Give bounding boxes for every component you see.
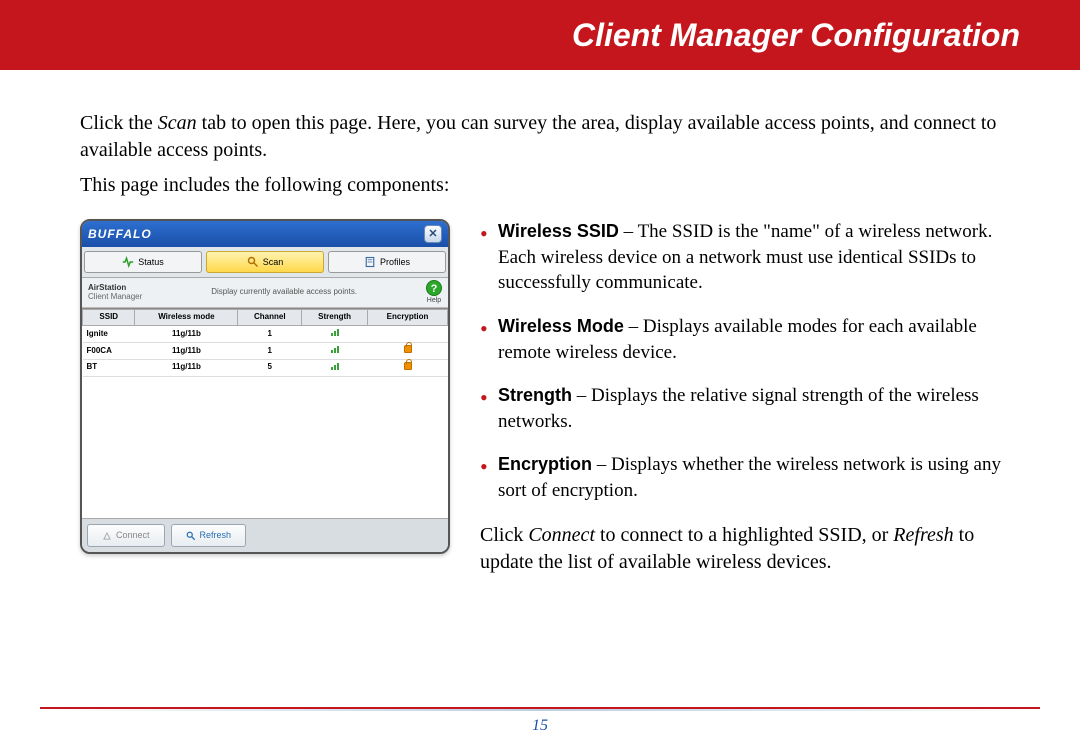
- cell-mode: 11g/11b: [135, 326, 238, 343]
- tabs-row: Status Scan Profiles: [82, 247, 448, 278]
- cell-encryption: [368, 359, 448, 376]
- app-screenshot: BUFFALO ✕ Status Scan Profiles: [80, 219, 450, 576]
- term-mode: Wireless Mode: [498, 316, 624, 336]
- closing-refresh-em: Refresh: [893, 524, 953, 546]
- footer-rule: [40, 707, 1040, 711]
- header-band: Client Manager Configuration: [0, 0, 1080, 70]
- table-row[interactable]: Ignite 11g/11b 1: [83, 326, 448, 343]
- tab-scan[interactable]: Scan: [206, 251, 324, 273]
- term-strength: Strength: [498, 385, 572, 405]
- col-strength[interactable]: Strength: [302, 310, 368, 326]
- connect-label: Connect: [116, 529, 150, 541]
- status-icon: [122, 256, 134, 268]
- closing-b: to connect to a highlighted SSID, or: [595, 524, 893, 546]
- closing-text: Click Connect to connect to a highlighte…: [480, 522, 1020, 576]
- cell-ssid: F00CA: [83, 343, 135, 360]
- intro-p2: This page includes the following compone…: [80, 172, 1020, 199]
- content-area: Click the Scan tab to open this page. He…: [0, 70, 1080, 576]
- titlebar: BUFFALO ✕: [82, 221, 448, 247]
- intro-scan-em: Scan: [158, 112, 197, 134]
- term-ssid: Wireless SSID: [498, 221, 619, 241]
- grid-body: Ignite 11g/11b 1 F00CA 11g/11b 1: [83, 326, 448, 376]
- list-item: Wireless SSID – The SSID is the "name" o…: [480, 219, 1020, 296]
- search-icon: [247, 256, 259, 268]
- list-item: Strength – Displays the relative signal …: [480, 383, 1020, 434]
- cell-strength: [302, 359, 368, 376]
- cell-ssid: Ignite: [83, 326, 135, 343]
- cell-mode: 11g/11b: [135, 343, 238, 360]
- tab-status-label: Status: [138, 256, 164, 268]
- subheader: AirStation Client Manager Display curren…: [82, 278, 448, 308]
- cell-channel: 1: [238, 326, 302, 343]
- intro-text-b: tab to open this page. Here, you can sur…: [80, 112, 996, 161]
- lock-icon: [404, 362, 412, 370]
- tab-profiles[interactable]: Profiles: [328, 251, 446, 273]
- app-window: BUFFALO ✕ Status Scan Profiles: [80, 219, 450, 554]
- refresh-button[interactable]: Refresh: [171, 524, 247, 546]
- sub-left: AirStation Client Manager: [88, 284, 142, 302]
- cell-mode: 11g/11b: [135, 359, 238, 376]
- list-item: Wireless Mode – Displays available modes…: [480, 314, 1020, 365]
- help-icon[interactable]: ?: [426, 280, 442, 296]
- help-wrap: ? Help: [426, 280, 442, 305]
- table-row[interactable]: F00CA 11g/11b 1: [83, 343, 448, 360]
- close-icon[interactable]: ✕: [424, 225, 442, 243]
- cell-channel: 5: [238, 359, 302, 376]
- tab-status[interactable]: Status: [84, 251, 202, 273]
- bottom-bar: Connect Refresh: [82, 518, 448, 551]
- cell-strength: [302, 326, 368, 343]
- tab-profiles-label: Profiles: [380, 256, 410, 268]
- closing-a: Click: [480, 524, 528, 546]
- network-grid: SSID Wireless mode Channel Strength Encr…: [82, 308, 448, 518]
- cell-strength: [302, 343, 368, 360]
- page-number: 15: [0, 717, 1080, 735]
- table-row[interactable]: BT 11g/11b 5: [83, 359, 448, 376]
- refresh-label: Refresh: [200, 529, 232, 541]
- tab-scan-label: Scan: [263, 256, 284, 268]
- signal-icon: [331, 328, 339, 336]
- col-encryption[interactable]: Encryption: [368, 310, 448, 326]
- term-encryption: Encryption: [498, 454, 592, 474]
- cell-encryption: [368, 343, 448, 360]
- connect-button[interactable]: Connect: [87, 524, 165, 546]
- col-mode[interactable]: Wireless mode: [135, 310, 238, 326]
- refresh-icon: [186, 531, 196, 541]
- intro-text: Click the Scan tab to open this page. He…: [80, 110, 1020, 199]
- connect-icon: [102, 531, 112, 541]
- lock-icon: [404, 345, 412, 353]
- help-label: Help: [426, 296, 442, 305]
- closing-connect-em: Connect: [528, 524, 595, 546]
- col-channel[interactable]: Channel: [238, 310, 302, 326]
- footer: 15: [0, 707, 1080, 735]
- signal-icon: [331, 345, 339, 353]
- signal-icon: [331, 362, 339, 370]
- brand-logo: BUFFALO: [88, 226, 152, 242]
- list-item: Encryption – Displays whether the wirele…: [480, 452, 1020, 503]
- product-sub: Client Manager: [88, 293, 142, 302]
- page-title: Client Manager Configuration: [572, 17, 1020, 54]
- cell-ssid: BT: [83, 359, 135, 376]
- bullet-list: Wireless SSID – The SSID is the "name" o…: [480, 219, 1020, 576]
- profiles-icon: [364, 256, 376, 268]
- col-ssid[interactable]: SSID: [83, 310, 135, 326]
- cell-encryption: [368, 326, 448, 343]
- intro-text-a: Click the: [80, 112, 158, 134]
- cell-channel: 1: [238, 343, 302, 360]
- sub-description: Display currently available access point…: [211, 287, 357, 298]
